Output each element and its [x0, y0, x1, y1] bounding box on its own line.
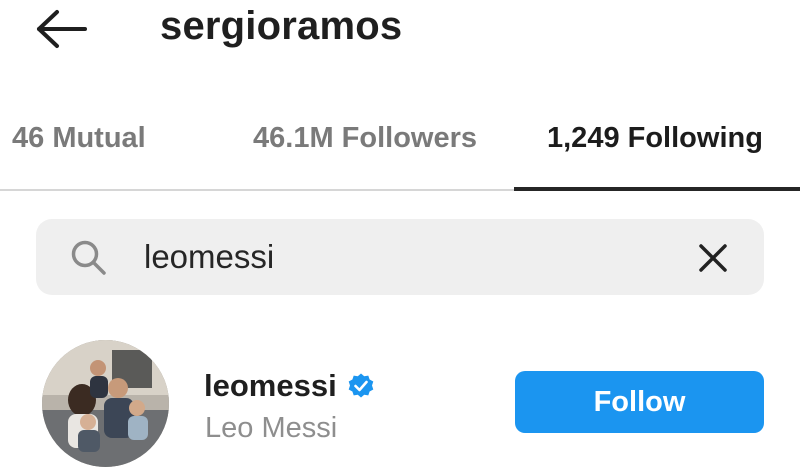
tab-followers[interactable]: 46.1M Followers	[253, 116, 477, 176]
follow-button[interactable]: Follow	[515, 371, 764, 433]
tab-following[interactable]: 1,249 Following	[547, 116, 763, 176]
avatar[interactable]	[42, 340, 169, 467]
search-bar	[36, 219, 764, 295]
tab-mutual[interactable]: 46 Mutual	[12, 116, 146, 176]
search-icon	[71, 240, 106, 275]
list-item[interactable]: leomessi Leo Messi Follow	[0, 330, 800, 469]
tab-bar: 46 Mutual 46.1M Followers 1,249 Followin…	[0, 108, 800, 192]
following-screen: sergioramos 46 Mutual 46.1M Followers 1,…	[0, 0, 800, 469]
verified-badge-icon	[348, 373, 374, 398]
username-line: leomessi	[204, 364, 375, 408]
close-icon[interactable]	[696, 241, 730, 275]
arrow-left-icon	[37, 10, 87, 48]
search-input[interactable]	[144, 233, 664, 281]
username[interactable]: leomessi	[204, 366, 337, 406]
header: sergioramos	[0, 0, 800, 80]
full-name: Leo Messi	[205, 412, 338, 444]
avatar-photo	[42, 340, 169, 467]
page-title: sergioramos	[160, 4, 403, 48]
back-button[interactable]	[30, 6, 92, 52]
active-tab-indicator	[514, 187, 800, 191]
